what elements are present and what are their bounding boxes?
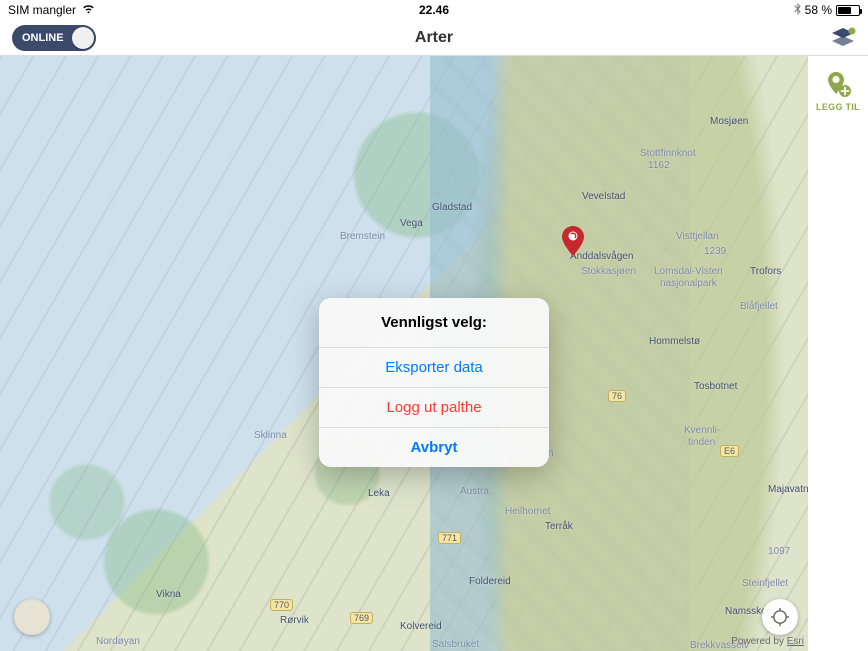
clock-label: 22.46 [419, 3, 449, 17]
carrier-label: SIM mangler [8, 3, 76, 17]
attribution-brand: Esri [787, 636, 804, 647]
action-sheet-title: Vennligst velg: [319, 298, 549, 348]
add-button-label: LEGG TIL [816, 102, 860, 112]
navigation-bar: ONLINE Arter [0, 20, 868, 56]
ios-status-bar: SIM mangler 22.46 58 % [0, 0, 868, 20]
page-title: Arter [415, 29, 453, 47]
add-observation-button[interactable]: LEGG TIL [816, 70, 860, 112]
action-sheet-dialog: Vennligst velg: Eksporter data Logg ut p… [319, 298, 549, 467]
locate-button[interactable] [762, 599, 798, 635]
battery-icon [836, 5, 860, 16]
bluetooth-icon [794, 3, 801, 18]
right-sidebar: LEGG TIL [808, 56, 868, 651]
online-toggle-label: ONLINE [22, 32, 64, 44]
layers-icon[interactable] [830, 27, 856, 49]
add-pin-icon [824, 70, 852, 98]
map-view[interactable]: MosjøenVevelstadStokkasjøenAnddalsvågenG… [0, 56, 868, 651]
export-data-button[interactable]: Eksporter data [319, 348, 549, 388]
online-toggle[interactable]: ONLINE [12, 25, 96, 51]
toggle-knob [72, 27, 94, 49]
cancel-button[interactable]: Avbryt [319, 428, 549, 467]
wifi-icon [82, 4, 95, 17]
map-attribution: Powered by Esri [731, 636, 804, 647]
logout-button[interactable]: Logg ut palthe [319, 388, 549, 428]
compass-button[interactable] [14, 599, 50, 635]
battery-percent-label: 58 % [805, 3, 832, 17]
map-pin-icon[interactable] [562, 226, 584, 256]
attribution-prefix: Powered by [731, 636, 787, 647]
crosshair-icon [770, 607, 790, 627]
